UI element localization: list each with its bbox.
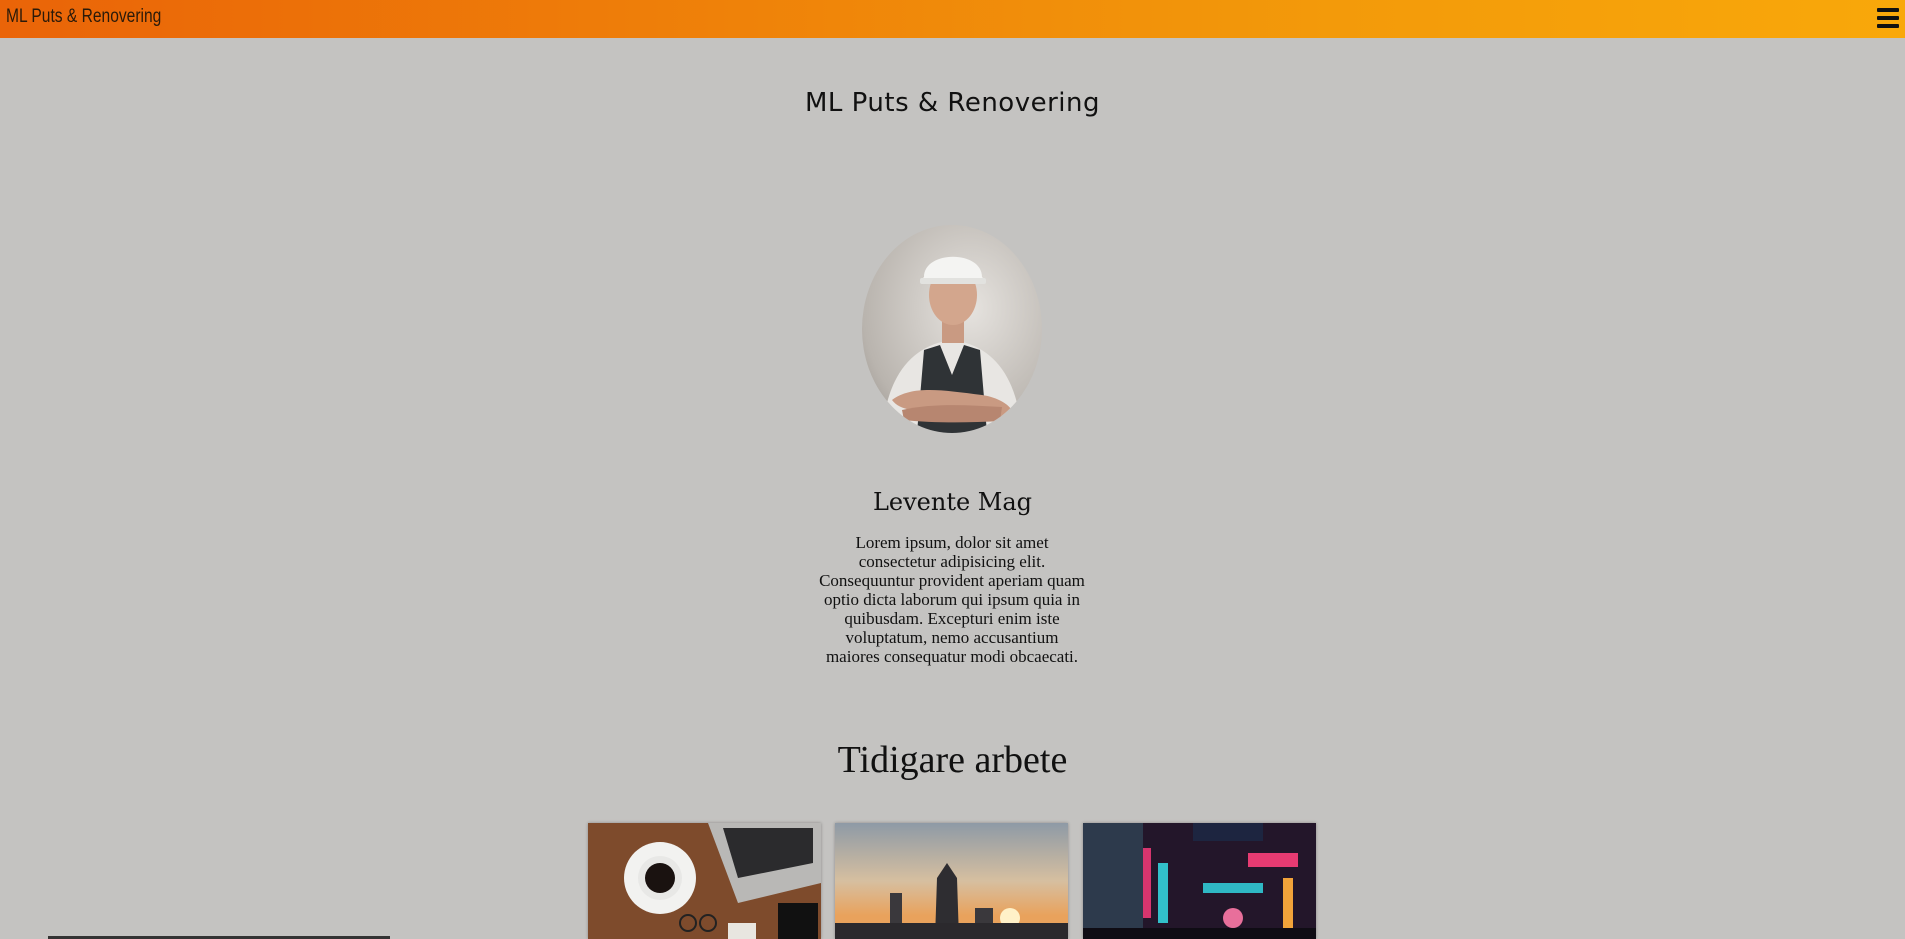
work-thumbnail-3[interactable] (1083, 823, 1316, 939)
top-navbar: ML Puts & Renovering (0, 0, 1905, 38)
menu-line (1877, 8, 1899, 12)
neon-city-street-photo (1083, 823, 1316, 939)
menu-line (1877, 16, 1899, 20)
work-thumbnail-1[interactable] (588, 823, 821, 939)
previous-work-title: Tidigare arbete (837, 739, 1068, 781)
site-title: ML Puts & Renovering (805, 88, 1100, 118)
city-skyline-sunset-photo (835, 823, 1068, 939)
worker-portrait-image (882, 256, 1022, 433)
navbar-brand[interactable]: ML Puts & Renovering (6, 6, 161, 28)
menu-line (1877, 24, 1899, 28)
profile-name: Levente Mag (872, 488, 1033, 516)
work-thumbnail-2[interactable] (835, 823, 1068, 939)
hamburger-menu-icon[interactable] (1877, 8, 1899, 28)
coffee-laptop-desk-photo (588, 823, 821, 939)
profile-photo (862, 225, 1042, 433)
profile-bio: Lorem ipsum, dolor sit amet consectetur … (819, 533, 1085, 666)
